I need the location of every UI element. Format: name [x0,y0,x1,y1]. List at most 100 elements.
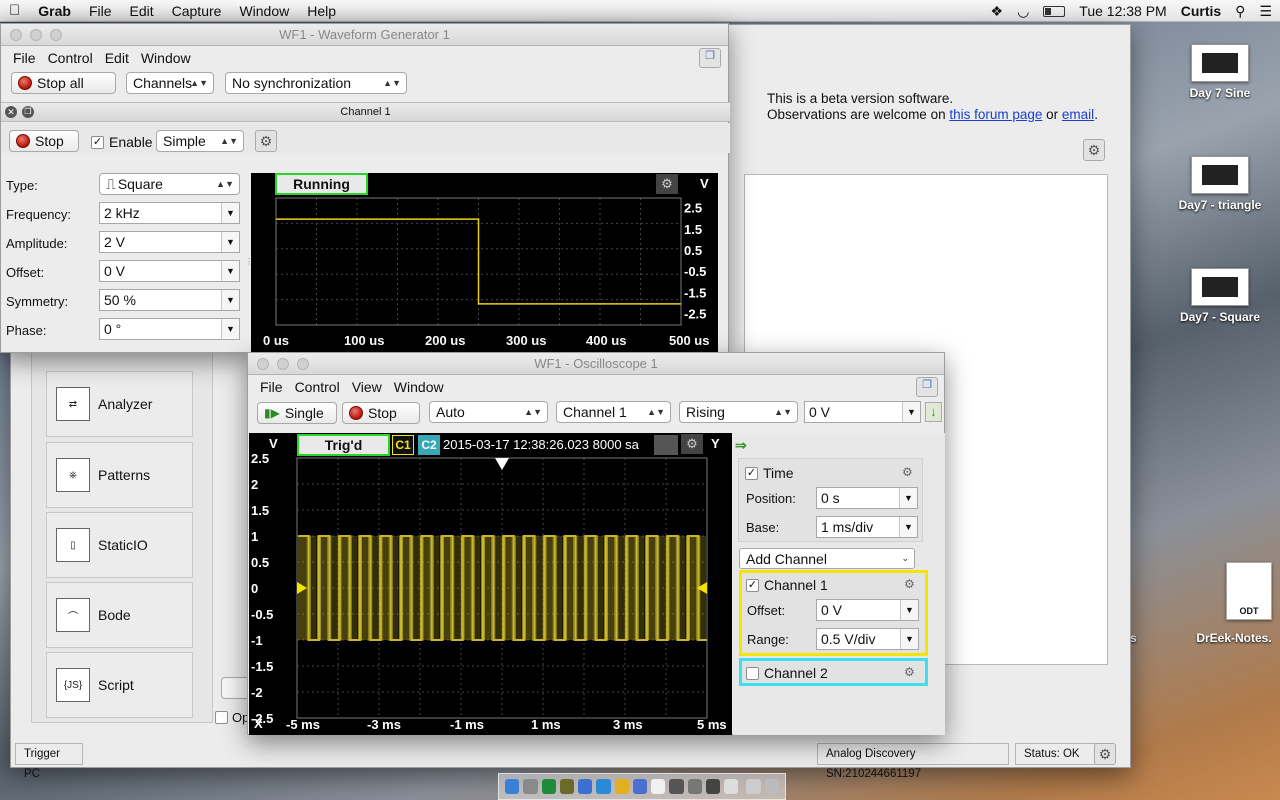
chevron-down-icon[interactable]: ▼ [902,402,920,422]
forum-link[interactable]: this forum page [949,107,1042,122]
stop-button[interactable]: Stop [9,130,79,152]
trigger-position-marker[interactable] [495,458,509,470]
menu-window[interactable]: Window [388,379,450,395]
channel1-checkbox[interactable]: ✓ [746,578,759,592]
menu-file[interactable]: File [80,0,121,22]
tool-analyzer[interactable]: ⇄ Analyzer [46,371,193,437]
chevron-down-icon[interactable]: ▼ [899,517,917,537]
sync-select[interactable]: No synchronization ▲▼ [225,72,407,94]
stop-all-button[interactable]: Stop all [11,72,116,94]
channel2-checkbox[interactable] [746,666,759,680]
calendar-icon[interactable] [651,779,666,794]
trigger-mode-select[interactable]: Auto ▲▼ [429,401,548,423]
chevron-down-icon[interactable]: ▼ [221,319,239,339]
menu-capture[interactable]: Capture [163,0,231,22]
desktop-file-day7-triangle[interactable]: Day7 - triangle [1170,156,1270,212]
chevron-down-icon[interactable]: ▼ [900,629,918,649]
mode-select[interactable]: Simple ▲▼ [156,130,244,152]
menu-file[interactable]: File [7,50,42,66]
channel2-toggle[interactable]: Channel 2 [746,665,828,681]
field-combo[interactable]: 50 % ▼ [99,289,240,311]
mail-icon[interactable] [632,779,648,794]
settings-gear-icon[interactable]: ⚙ [1083,139,1105,161]
field-combo[interactable]: 0 ° ▼ [99,318,240,340]
close-button[interactable] [10,29,22,41]
time-base-combo[interactable]: 1 ms/div ▼ [816,516,918,538]
partial-option[interactable]: Op [215,710,249,725]
time-toggle[interactable]: ✓ Time [745,465,794,481]
waveforms-icon[interactable] [559,779,575,794]
collapse-arrow-icon[interactable]: ⇒ [735,437,747,454]
dock-window-icon[interactable]: ❐ [699,48,721,68]
battery-icon[interactable] [1043,5,1066,17]
dock-window-icon[interactable]: ❐ [916,377,938,397]
app-store-icon[interactable] [578,779,593,794]
chrome-icon[interactable] [614,779,629,794]
chevron-down-icon[interactable]: ▼ [221,232,239,252]
tool-patterns[interactable]: ⎈ Patterns [46,442,193,508]
zoom-button[interactable] [50,29,62,41]
channels-select[interactable]: Channels ▲▼ [126,72,214,94]
preview-icon[interactable] [724,779,739,794]
clock[interactable]: Tue 12:38 PM [1079,3,1166,19]
add-channel-select[interactable]: Add Channel ⌄ [739,548,915,569]
trigger-level-combo[interactable]: 0 V ▼ [804,401,921,423]
settings-icon[interactable] [687,779,702,794]
channel1-offset-combo[interactable]: 0 V ▼ [816,599,919,621]
trigger-arrow-icon[interactable]: ↓ [925,402,942,422]
app-menu[interactable]: Grab [29,0,80,22]
desktop-file-day7-sine[interactable]: Day 7 Sine [1170,44,1270,100]
tool-script[interactable]: {JS} Script [46,652,193,718]
close-button[interactable] [257,358,269,370]
email-link[interactable]: email [1062,107,1094,122]
spotlight-icon[interactable]: ⚲ [1235,3,1245,20]
chevron-down-icon[interactable]: ▼ [221,203,239,223]
launchpad-icon[interactable] [523,779,538,794]
wavegen-plot[interactable]: Running ⚙ V 2.5 1.5 0.5 -0.5 -1.5 -2.5 0 us 100… [251,173,718,353]
user-menu[interactable]: Curtis [1181,3,1221,19]
menu-view[interactable]: View [346,379,388,395]
minimize-button[interactable] [30,29,42,41]
scope-plot[interactable]: V Trig'd C1 C2 2015-03-17 12:38:26.023 8… [249,433,732,735]
enable-toggle[interactable]: ✓ Enable [91,134,153,150]
odt-file-icon[interactable]: ODT [1226,562,1272,620]
field-combo[interactable]: 2 kHz ▼ [99,202,240,224]
grab-icon[interactable] [705,779,721,794]
option-checkbox[interactable] [215,711,228,724]
finder-icon[interactable] [505,779,520,794]
chevron-down-icon[interactable]: ▼ [221,290,239,310]
trash-icon[interactable] [764,779,779,794]
channel-settings-gear-icon[interactable]: ⚙ [255,130,277,152]
terminal-icon[interactable] [669,779,684,794]
menu-file[interactable]: File [254,379,289,395]
close-icon[interactable]: ✕ [5,106,17,118]
device-settings-gear-icon[interactable]: ⚙ [1094,743,1116,765]
desktop-file-day7-square[interactable]: Day7 - Square [1170,268,1270,324]
time-settings-gear-icon[interactable]: ⚙ [902,465,913,479]
tool-bode[interactable]: ⌒ Bode [46,582,193,648]
field-combo[interactable]: 0 V ▼ [99,260,240,282]
field-combo[interactable]: 2 V ▼ [99,231,240,253]
wifi-icon[interactable]: ◡ [1017,3,1029,20]
apple-icon[interactable]:  [0,0,29,22]
menu-window[interactable]: Window [135,50,197,66]
trigger-source-select[interactable]: Channel 1 ▲▼ [556,401,671,423]
documents-icon[interactable] [746,779,761,794]
safari-icon[interactable] [596,779,611,794]
chevron-down-icon[interactable]: ▼ [899,488,917,508]
chevron-down-icon[interactable]: ▼ [221,261,239,281]
enable-checkbox[interactable]: ✓ [91,135,104,149]
trigger-pc-button[interactable]: Trigger PC [15,743,83,780]
channel2-settings-gear-icon[interactable]: ⚙ [904,665,915,679]
channel1-settings-gear-icon[interactable]: ⚙ [904,577,915,591]
channel1-toggle[interactable]: ✓ Channel 1 [746,577,828,593]
menu-control[interactable]: Control [289,379,346,395]
menu-help[interactable]: Help [298,0,345,22]
menu-edit[interactable]: Edit [121,0,163,22]
channel1-range-combo[interactable]: 0.5 V/div ▼ [816,628,919,650]
minimize-button[interactable] [277,358,289,370]
zoom-button[interactable] [297,358,309,370]
menu-edit[interactable]: Edit [99,50,135,66]
tool-staticio[interactable]: ▯ StaticIO [46,512,193,578]
time-position-combo[interactable]: 0 s ▼ [816,487,918,509]
